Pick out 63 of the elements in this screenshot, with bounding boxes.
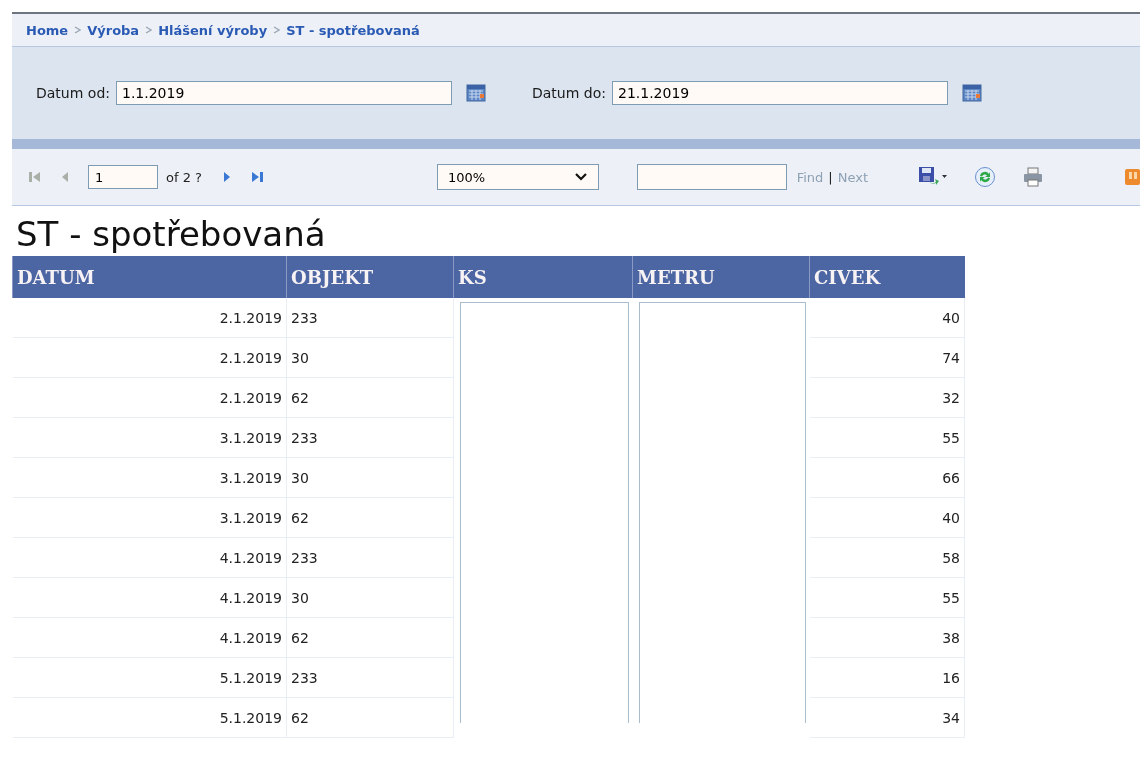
table-cell: 30 xyxy=(286,337,454,378)
column-header: KS xyxy=(453,256,633,298)
next-page-icon[interactable] xyxy=(221,170,232,184)
table-cell: 62 xyxy=(286,377,454,418)
table-cell: 40 xyxy=(809,497,965,538)
table-cell: 74 xyxy=(809,337,965,378)
table-cell: 58 xyxy=(809,537,965,578)
chevron-icon xyxy=(74,26,82,34)
breadcrumb-link[interactable]: Home xyxy=(26,22,69,38)
table-cell: 3.1.2019 xyxy=(12,457,287,498)
table-cell: 5.1.2019 xyxy=(12,657,287,698)
table-cell: 34 xyxy=(809,697,965,738)
last-page-icon[interactable] xyxy=(249,170,264,184)
find-field[interactable] xyxy=(636,164,787,190)
table-cell: 2.1.2019 xyxy=(12,298,287,338)
column-header: CIVEK xyxy=(809,256,965,298)
table-cell: 30 xyxy=(286,577,454,618)
table-cell: 62 xyxy=(286,697,454,738)
report-icon[interactable] xyxy=(1124,166,1140,188)
field-label: Datum od: xyxy=(36,85,110,101)
table-cell: 2.1.2019 xyxy=(12,377,287,418)
column-header: OBJEKT xyxy=(286,256,454,298)
table-cell: 16 xyxy=(809,657,965,698)
chevron-icon xyxy=(273,26,281,34)
date-field[interactable]: 21.1.2019 xyxy=(611,81,948,105)
field-label: Datum do: xyxy=(532,85,606,101)
print-icon[interactable] xyxy=(1022,166,1044,188)
zoom-dropdown[interactable]: 100% xyxy=(436,164,599,190)
table-cell: 66 xyxy=(809,457,965,498)
table-cell: 5.1.2019 xyxy=(12,697,287,738)
table-cell: 55 xyxy=(809,417,965,458)
separator: | xyxy=(828,169,833,185)
table-cell: 233 xyxy=(286,537,454,578)
table-cell: 233 xyxy=(286,657,454,698)
calendar-icon[interactable] xyxy=(961,83,982,103)
table-cell: 233 xyxy=(286,298,454,338)
page-count: of 2 ? xyxy=(166,169,202,185)
table-cell: 38 xyxy=(809,617,965,658)
report-title: ST - spotřebovaná xyxy=(16,214,327,254)
table-cell: 4.1.2019 xyxy=(12,577,287,618)
table-cell: 233 xyxy=(286,417,454,458)
page-number-field[interactable]: 1 xyxy=(88,165,158,189)
table-cell: 4.1.2019 xyxy=(12,617,287,658)
date-field[interactable]: 1.1.2019 xyxy=(116,81,452,105)
table-cell: 4.1.2019 xyxy=(12,537,287,578)
table-cell: 2.1.2019 xyxy=(12,337,287,378)
chevron-icon xyxy=(145,26,153,34)
table-cell: 3.1.2019 xyxy=(12,497,287,538)
table-cell: 62 xyxy=(286,497,454,538)
table-cell: 40 xyxy=(809,298,965,338)
table-cell: 3.1.2019 xyxy=(12,417,287,458)
table-cell: 30 xyxy=(286,457,454,498)
table-cell: 62 xyxy=(286,617,454,658)
refresh-icon[interactable] xyxy=(974,166,996,188)
column-header: DATUM xyxy=(12,256,287,298)
breadcrumb-link[interactable]: Výroba xyxy=(87,22,140,38)
column-header: METRU xyxy=(632,256,810,298)
calendar-icon[interactable] xyxy=(466,83,486,103)
table-cell: 32 xyxy=(809,377,965,418)
table-cell: 55 xyxy=(809,577,965,618)
breadcrumb-link[interactable]: ST - spotřebovaná xyxy=(286,22,420,38)
dropdown-caret-icon xyxy=(573,172,588,182)
breadcrumb-link[interactable]: Hlášení výroby xyxy=(158,22,268,38)
